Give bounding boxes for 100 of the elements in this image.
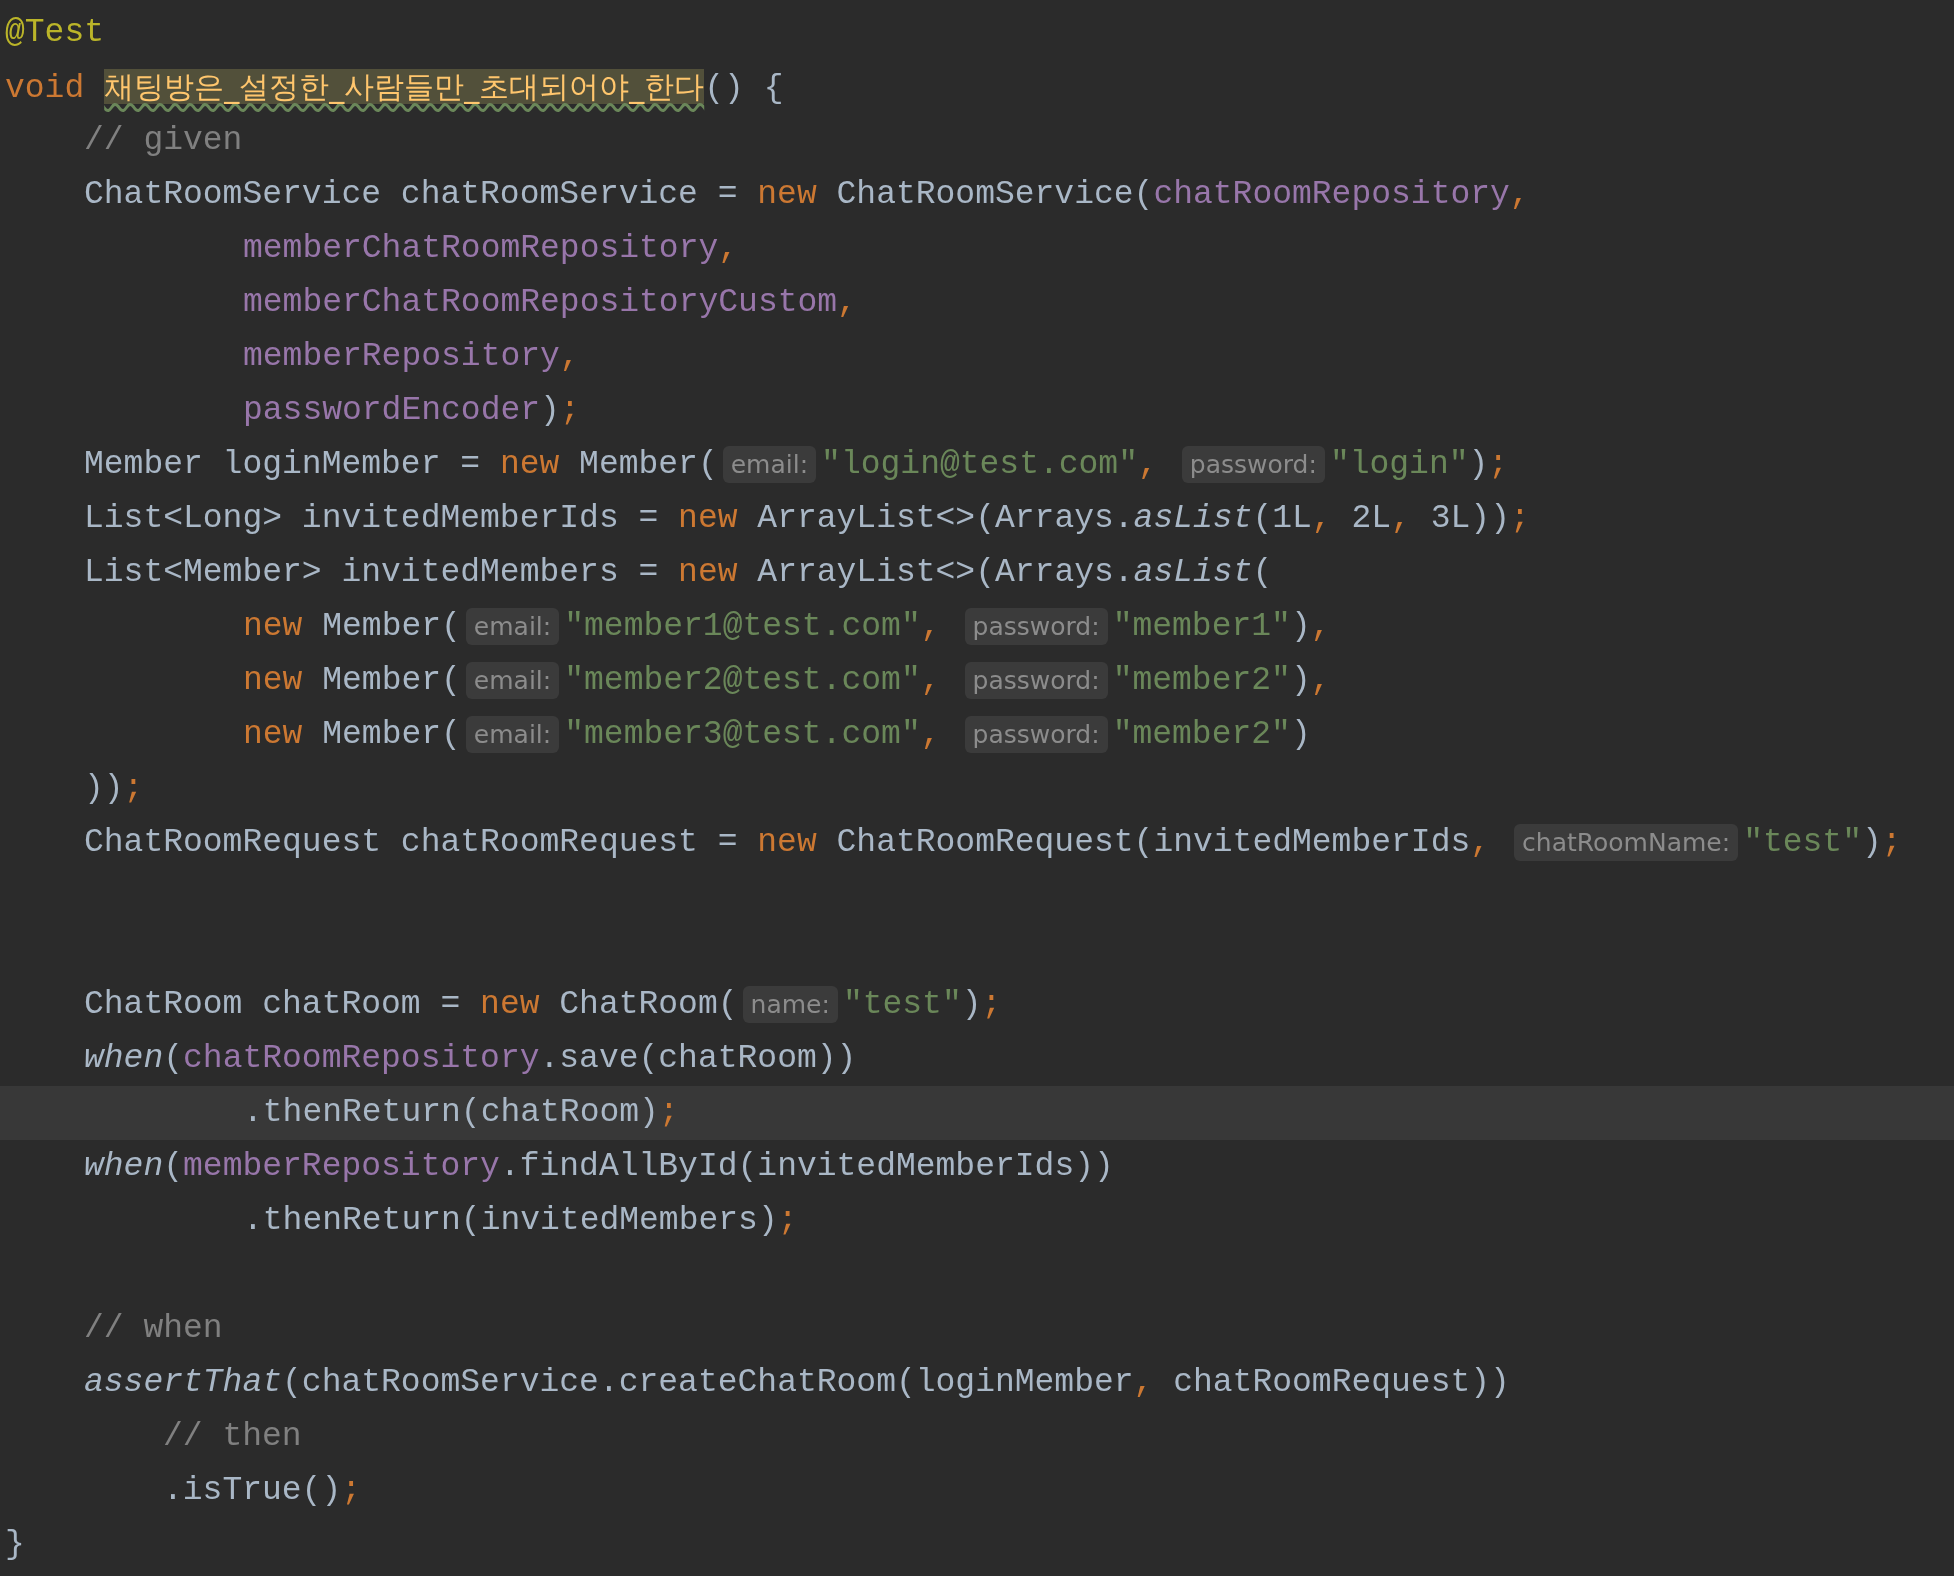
string-literal: "member2@test.com" [564, 662, 921, 699]
parameter-hint: email: [722, 446, 817, 483]
code-text: .isTrue() [163, 1472, 342, 1509]
code-text: ) [1862, 824, 1882, 861]
code-editor[interactable] [0, 0, 1954, 1576]
punctuation: ; [341, 1472, 362, 1509]
code-text: Member( [321, 608, 461, 645]
code-comment: // when [84, 1310, 223, 1347]
annotation: @Test [5, 14, 105, 51]
code-text: ( [163, 1040, 184, 1077]
parameter-hint: email: [465, 716, 560, 753]
parameter-hint: password: [1181, 446, 1325, 483]
keyword: new [757, 176, 817, 213]
code-text: (chatRoomService.createChatRoom(loginMember [282, 1364, 1134, 1401]
parameter-hint: password: [964, 608, 1108, 645]
punctuation: , [1470, 824, 1491, 861]
string-literal: "login" [1329, 446, 1469, 483]
code-text: ChatRoom( [558, 986, 738, 1023]
string-literal: "member3@test.com" [564, 716, 921, 753]
punctuation: ; [1488, 446, 1509, 483]
string-literal: "member2" [1112, 662, 1291, 699]
parameter-hint: name: [742, 986, 838, 1023]
method-call: asList [1133, 500, 1253, 537]
punctuation: , [1133, 1364, 1154, 1401]
code-text: )) [1470, 500, 1510, 537]
code-text: chatRoomRequest)) [1172, 1364, 1510, 1401]
punctuation: , [837, 284, 857, 321]
code-text: ) [1290, 716, 1311, 753]
field-name: memberChatRoomRepository [243, 230, 719, 267]
keyword: new [499, 446, 560, 483]
code-text: ArrayList<>(Arrays. [756, 554, 1134, 591]
keyword: new [678, 554, 738, 591]
string-literal: "member1@test.com" [564, 608, 921, 645]
method-call: when [84, 1148, 164, 1185]
string-literal: "test" [1743, 824, 1862, 861]
string-literal: "member2" [1112, 716, 1291, 753]
punctuation: , [559, 338, 580, 375]
code-text: Member loginMember = [84, 446, 482, 483]
code-text: ChatRoomService( [835, 176, 1154, 213]
parameter-hint: email: [465, 608, 560, 645]
method-name: 채팅방은_설정한_사람들만_초대되어야_한다 [104, 69, 705, 104]
number-literal: 3L [1429, 500, 1471, 537]
parameter-hint: password: [964, 716, 1108, 753]
code-text: ) [1290, 662, 1311, 699]
code-text: ) [1468, 446, 1489, 483]
parameter-hint: chatRoomName: [1514, 824, 1739, 861]
parameter-hint: email: [465, 662, 560, 699]
punctuation: , [1509, 176, 1530, 213]
field-name: chatRoomRepository [1153, 176, 1510, 213]
punctuation: , [718, 230, 739, 267]
keyword: new [243, 716, 303, 753]
code-text: )) [84, 770, 124, 807]
method-call: when [84, 1040, 164, 1077]
keyword: new [243, 608, 303, 645]
punctuation: , [920, 608, 941, 645]
code-text: ( [1252, 500, 1273, 537]
string-literal: "login@test.com" [821, 446, 1138, 483]
keyword: new [678, 500, 738, 537]
punctuation: , [920, 662, 941, 699]
punctuation: , [1310, 608, 1331, 645]
punctuation: , [1391, 500, 1411, 537]
punctuation: ; [559, 392, 580, 429]
keyword: void [5, 70, 85, 107]
code-text: ) [961, 986, 982, 1023]
keyword: new [243, 662, 303, 699]
code-text: ChatRoom chatRoom = [84, 986, 462, 1023]
code-text: .findAllById(invitedMemberIds)) [499, 1148, 1114, 1185]
method-call: asList [1133, 554, 1253, 591]
punctuation: , [1137, 446, 1158, 483]
method-call: assertThat [84, 1364, 283, 1401]
code-text: ( [1252, 554, 1273, 591]
number-literal: 1L [1272, 500, 1312, 537]
field-name: chatRoomRepository [183, 1040, 540, 1077]
punctuation: , [1310, 662, 1331, 699]
field-name: memberRepository [183, 1148, 500, 1185]
code-text: ArrayList<>(Arrays. [756, 500, 1134, 537]
punctuation: ; [123, 770, 144, 807]
code-text: ChatRoomRequest chatRoomRequest = [84, 824, 739, 861]
code-text: ) [540, 392, 560, 429]
code-text: List<Long> invitedMemberIds = [84, 500, 660, 537]
string-literal: "member1" [1112, 608, 1291, 645]
punctuation: ; [981, 986, 1002, 1023]
code-text: ChatRoomService chatRoomService = [84, 176, 739, 213]
code-comment: // given [84, 122, 243, 159]
code-text: List<Member> invitedMembers = [84, 554, 660, 591]
code-text: Member( [321, 662, 461, 699]
code-text: } [5, 1526, 25, 1563]
code-text: ( [163, 1148, 184, 1185]
keyword: new [480, 986, 540, 1023]
code-text: () { [704, 70, 784, 107]
keyword: new [757, 824, 817, 861]
number-literal: 2L [1350, 500, 1392, 537]
parameter-hint: password: [964, 662, 1108, 699]
punctuation: ; [1509, 500, 1530, 537]
punctuation: ; [1881, 824, 1902, 861]
code-text: Member( [578, 446, 718, 483]
field-name: memberChatRoomRepositoryCustom [243, 284, 838, 321]
code-text: Member( [321, 716, 461, 753]
string-literal: "test" [842, 986, 962, 1023]
code-comment: // then [163, 1418, 302, 1455]
